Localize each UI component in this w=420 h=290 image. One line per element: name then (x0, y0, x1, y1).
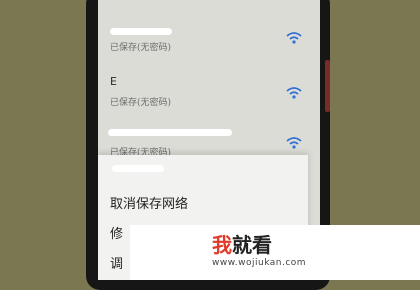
watermark-url: www.wojiukan.com (212, 258, 307, 268)
menu-item-adjust[interactable]: 调 (110, 253, 123, 272)
wifi-status: 已保存(无密码) (110, 43, 172, 53)
wifi-icon (286, 137, 302, 149)
wifi-status: 已保存(无密码) (110, 98, 172, 108)
watermark-brand-rest: 就看 (232, 233, 272, 257)
wifi-icon (286, 32, 302, 44)
watermark-brand-highlight: 我 (212, 233, 232, 257)
menu-item-modify[interactable]: 修 (110, 223, 123, 242)
menu-item-forget-network[interactable]: 取消保存网络 (110, 193, 188, 212)
watermark-logo: 我就看 (212, 229, 272, 258)
watermark: 我就看 www.wojiukan.com (130, 225, 420, 280)
redacted-menu-title (112, 165, 164, 172)
phone-side-button (325, 60, 330, 112)
wifi-ssid: E (110, 75, 117, 88)
wifi-icon (286, 87, 302, 99)
redacted-ssid (108, 129, 232, 136)
redacted-ssid (110, 28, 172, 35)
wifi-network-item[interactable]: 已保存(无密码) (98, 20, 320, 80)
